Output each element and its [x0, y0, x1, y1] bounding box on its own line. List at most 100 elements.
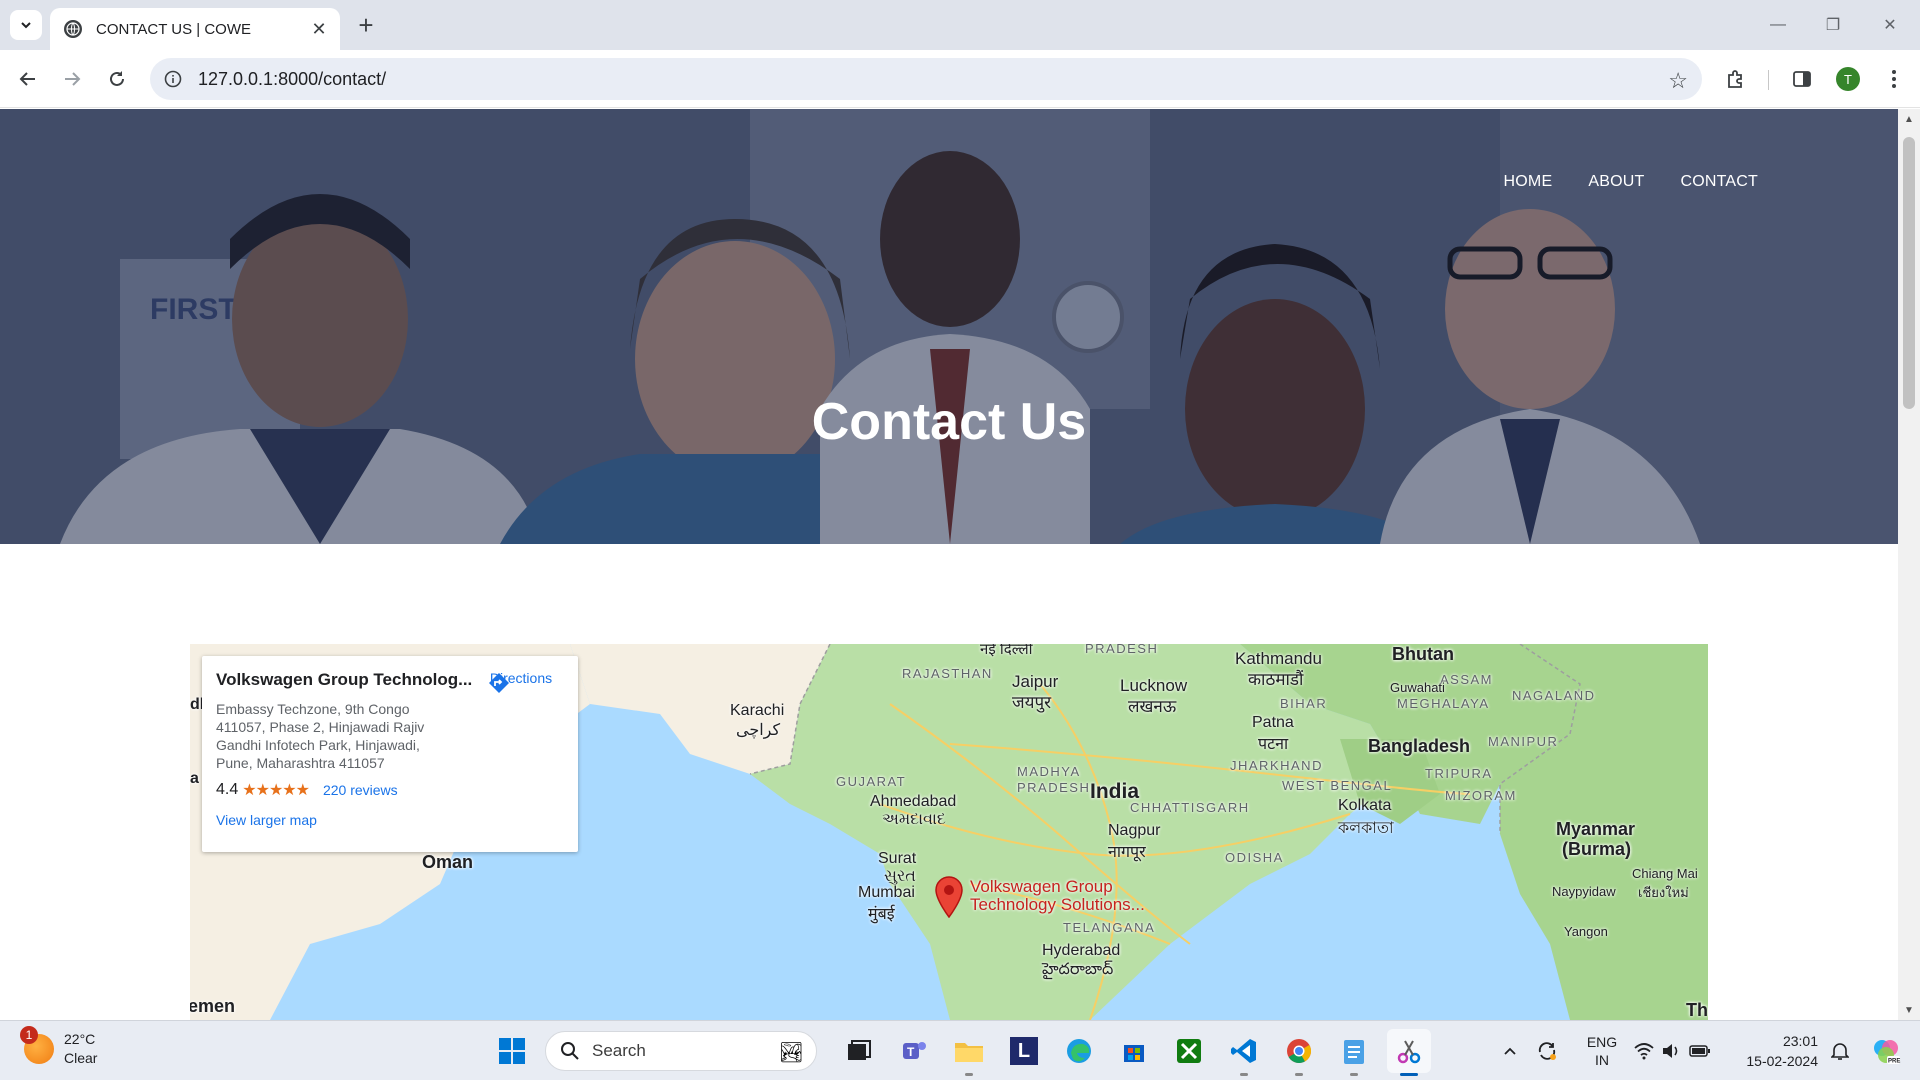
map-label: PRADESH	[1085, 644, 1159, 656]
map-label: Myanmar	[1556, 819, 1636, 839]
view-larger-map-link[interactable]: View larger map	[216, 812, 317, 828]
search-icon	[561, 1042, 579, 1060]
taskbar-search[interactable]: Search 🏞	[545, 1031, 817, 1071]
back-button[interactable]	[12, 63, 44, 95]
directions-button[interactable]: Directions	[486, 670, 556, 693]
edge-icon	[1067, 1039, 1091, 1063]
globe-icon	[64, 20, 82, 38]
scroll-up-icon[interactable]: ▲	[1898, 109, 1920, 129]
new-tab-button[interactable]: +	[352, 10, 380, 40]
map-label: TRIPURA	[1425, 766, 1493, 781]
search-highlight-icon: 🏞	[778, 1042, 804, 1064]
snipping-tool-icon	[1397, 1040, 1421, 1064]
weather-badge: 1	[20, 1026, 38, 1044]
vscode-icon	[1231, 1039, 1256, 1063]
edge-app[interactable]	[1057, 1029, 1101, 1073]
reload-icon	[110, 71, 124, 86]
tab-search-button[interactable]	[10, 10, 42, 40]
scrollbar-thumb[interactable]	[1903, 137, 1915, 409]
copilot-icon: PRE	[1874, 1040, 1900, 1065]
close-window-button[interactable]: ✕	[1870, 10, 1910, 40]
start-button[interactable]	[490, 1029, 534, 1073]
page-scrollbar[interactable]: ▲ ▼	[1898, 109, 1920, 1020]
extensions-button[interactable]	[1720, 63, 1752, 95]
active-indicator	[1400, 1073, 1418, 1076]
map-label: హైదరాబాద్	[1042, 961, 1114, 978]
file-explorer-app[interactable]	[947, 1029, 991, 1076]
task-view-button[interactable]	[837, 1029, 881, 1073]
sync-status-button[interactable]	[1532, 1021, 1562, 1081]
minimize-button[interactable]: —	[1758, 10, 1798, 40]
store-app[interactable]	[1112, 1029, 1156, 1073]
map-label: Mumbai	[858, 884, 915, 901]
browser-menu-button[interactable]	[1878, 63, 1910, 95]
wifi-icon	[1634, 1043, 1654, 1060]
chevron-up-icon	[1504, 1047, 1516, 1055]
main-nav: HOME ABOUT CONTACT	[1504, 173, 1758, 191]
place-rating: 4.4 ★★★★★ 220 reviews	[216, 780, 564, 800]
forward-button[interactable]	[56, 63, 88, 95]
google-map-embed[interactable]: नई दिल्ली PRADESH RAJASTHAN Jaipur जयपुर…	[190, 644, 1708, 1020]
network-volume-battery[interactable]	[1632, 1021, 1712, 1081]
arrow-left-icon	[19, 72, 35, 86]
nav-link-home[interactable]: HOME	[1504, 173, 1553, 191]
scroll-down-icon[interactable]: ▼	[1898, 1000, 1920, 1020]
svg-text:T: T	[907, 1045, 915, 1059]
running-indicator	[1350, 1073, 1358, 1076]
language-indicator[interactable]: ENG IN	[1580, 1021, 1624, 1081]
weather-condition: Clear	[64, 1050, 98, 1066]
chrome-app[interactable]	[1277, 1029, 1321, 1076]
map-pin-icon[interactable]	[934, 876, 964, 918]
map-label: Patna	[1252, 714, 1294, 731]
side-panel-button[interactable]	[1786, 63, 1818, 95]
map-label: नागपूर	[1108, 844, 1146, 861]
browser-tab-active[interactable]: CONTACT US | COWE ✕	[50, 8, 340, 50]
nav-link-contact[interactable]: CONTACT	[1680, 173, 1758, 191]
xbox-app[interactable]	[1167, 1029, 1211, 1073]
map-label: ASSAM	[1440, 672, 1494, 687]
map-label: Chiang Mai	[1632, 866, 1698, 881]
map-label: અમદાવાદ	[882, 811, 946, 828]
map-label: Hyderabad	[1042, 942, 1121, 959]
map-label: เชียงใหม่	[1638, 885, 1689, 900]
task-view-icon	[848, 1040, 871, 1060]
reload-button[interactable]	[101, 63, 133, 95]
teams-app[interactable]: T	[892, 1029, 936, 1073]
map-label: TELANGANA	[1063, 920, 1156, 935]
weather-widget[interactable]: 1 22°C Clear	[20, 1026, 98, 1068]
pin-label: Technology Solutions...	[970, 895, 1145, 914]
profile-avatar: T	[1836, 67, 1860, 91]
store-icon	[1124, 1045, 1144, 1062]
map-label: Kolkata	[1338, 797, 1392, 814]
map-place-card: Volkswagen Group Technolog... Embassy Te…	[202, 656, 578, 852]
windows-logo-icon	[499, 1038, 525, 1064]
site-info-icon[interactable]	[164, 70, 182, 88]
close-tab-icon[interactable]: ✕	[308, 18, 330, 40]
reviews-link[interactable]: 220 reviews	[323, 782, 398, 798]
notifications-button[interactable]	[1826, 1021, 1854, 1081]
map-label: Nagpur	[1108, 822, 1161, 839]
address-bar[interactable]: 127.0.0.1:8000/contact/ ☆	[150, 58, 1702, 100]
profile-button[interactable]: T	[1832, 63, 1864, 95]
running-indicator	[965, 1073, 973, 1076]
map-label: Ahmedabad	[870, 793, 957, 810]
snipping-tool-app[interactable]	[1387, 1029, 1431, 1076]
map-label: MADHYA	[1017, 764, 1081, 779]
page-title: Contact Us	[811, 393, 1087, 451]
nav-link-about[interactable]: ABOUT	[1588, 173, 1644, 191]
running-indicator	[1240, 1073, 1248, 1076]
notepad-app[interactable]	[1332, 1029, 1376, 1076]
page-viewport: FIRST STAT	[0, 109, 1920, 1020]
clock[interactable]: 23:01 15-02-2024	[1718, 1021, 1818, 1081]
bookmark-star-icon[interactable]: ☆	[1668, 68, 1688, 94]
vscode-app[interactable]	[1222, 1029, 1266, 1076]
map-label: Kathmandu	[1235, 649, 1322, 668]
copilot-button[interactable]: PRE	[1866, 1021, 1906, 1081]
sync-icon	[1538, 1042, 1556, 1060]
l-app[interactable]: L	[1002, 1029, 1046, 1073]
url-text: 127.0.0.1:8000/contact/	[198, 68, 387, 89]
show-hidden-icons-button[interactable]	[1498, 1021, 1522, 1081]
restore-button[interactable]: ❐	[1813, 10, 1853, 40]
map-label: Yangon	[1564, 924, 1608, 939]
map-label: जयपुर	[1012, 693, 1052, 712]
